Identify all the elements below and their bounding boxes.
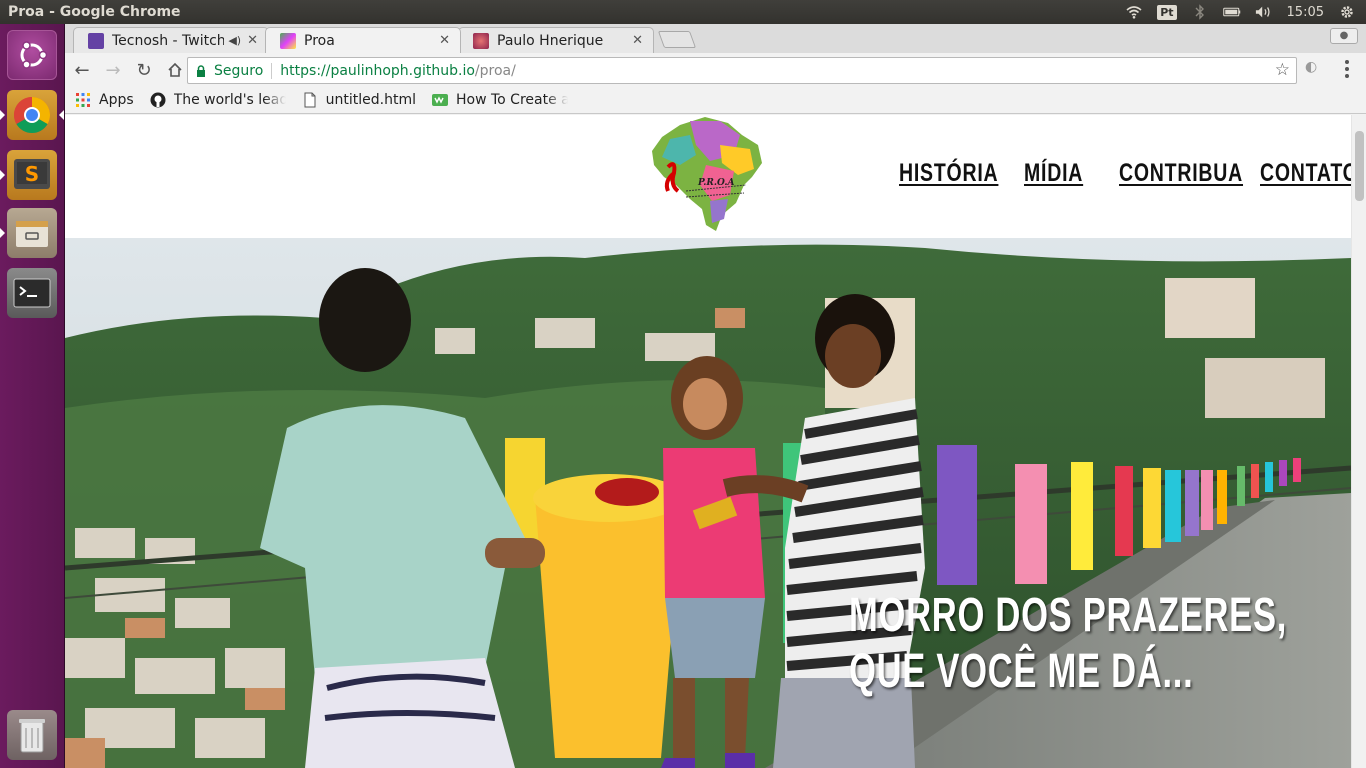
- site-header: P.R.O.A HISTÓRIA MÍDIA CONTRIBUA CONTATO: [65, 115, 1358, 238]
- chrome-icon: [13, 97, 51, 134]
- bookmark-label: How To Create a: [456, 92, 568, 108]
- terminal-launcher-button[interactable]: [7, 268, 57, 318]
- tab-label: Paulo Hnerique: [497, 32, 604, 49]
- site-nav: HISTÓRIA MÍDIA CONTRIBUA CONTATO: [899, 159, 1358, 188]
- window-title: Proa - Google Chrome: [8, 4, 181, 20]
- reload-button[interactable]: ↻: [130, 56, 158, 84]
- url-path: /proa/: [474, 62, 516, 79]
- address-bar[interactable]: Seguro https://paulinhoph.github.io/proa…: [187, 57, 1297, 84]
- toolbar: ← → ↻ Seguro https://paulinhoph.github.i…: [65, 53, 1366, 87]
- bookmarks-bar: Apps The world's lead untitled.html How …: [65, 87, 1366, 114]
- ubuntu-dash-button[interactable]: [7, 30, 57, 80]
- tab-paulo[interactable]: Paulo Hnerique ✕: [458, 27, 654, 53]
- bookmark-github[interactable]: The world's lead: [150, 92, 286, 108]
- ubuntu-dash-icon: [20, 41, 48, 69]
- tab-strip: Tecnosh - Twitch ◀) ✕ Proa ✕ Paulo Hneri…: [65, 24, 1366, 53]
- unity-launcher: S: [0, 24, 65, 768]
- bookmark-label: untitled.html: [325, 92, 416, 108]
- tab-close-icon[interactable]: ✕: [247, 33, 258, 48]
- tab-proa[interactable]: Proa ✕: [265, 27, 461, 53]
- twitch-icon: [88, 32, 104, 49]
- top-panel: Proa - Google Chrome Pt 15:05: [0, 0, 1366, 24]
- home-icon: [168, 62, 182, 77]
- proa-icon: [280, 32, 296, 49]
- nav-contribua-link[interactable]: CONTRIBUA: [1119, 159, 1242, 188]
- volume-icon[interactable]: [1255, 4, 1273, 20]
- profile-button[interactable]: ●: [1330, 28, 1358, 44]
- page-viewport: P.R.O.A HISTÓRIA MÍDIA CONTRIBUA CONTATO: [65, 115, 1366, 768]
- bookmark-label: The world's lead: [173, 92, 286, 108]
- sublime-launcher-button[interactable]: S: [0, 150, 57, 200]
- settings-gear-icon[interactable]: [1338, 4, 1356, 20]
- site-icon: [432, 94, 448, 106]
- tab-label: Tecnosh - Twitch: [112, 32, 225, 49]
- tab-twitch[interactable]: Tecnosh - Twitch ◀) ✕: [73, 27, 269, 53]
- nav-contato-link[interactable]: CONTATO: [1260, 159, 1358, 188]
- bookmark-apps[interactable]: Apps: [75, 92, 134, 108]
- new-tab-button[interactable]: [657, 31, 697, 48]
- wifi-icon[interactable]: [1125, 4, 1143, 20]
- files-icon: [16, 221, 48, 247]
- nav-historia-link[interactable]: HISTÓRIA: [899, 159, 998, 188]
- chrome-launcher-button[interactable]: [0, 90, 64, 140]
- security-label: Seguro: [214, 62, 264, 79]
- tab-close-icon[interactable]: ✕: [632, 33, 643, 48]
- hero-title-line-1: MORRO DOS PRAZERES,: [849, 589, 1288, 642]
- hero-title-line-2: QUE VOCÊ ME DÁ...: [849, 645, 1194, 698]
- omnibox-separator: [271, 62, 273, 79]
- tab-close-icon[interactable]: ✕: [439, 33, 450, 48]
- terminal-icon: [13, 278, 51, 308]
- hero-banner: MORRO DOS PRAZERES, QUE VOCÊ ME DÁ...: [65, 238, 1351, 768]
- audio-playing-icon[interactable]: ◀): [228, 34, 241, 47]
- back-button[interactable]: ←: [68, 56, 96, 84]
- file-icon: [304, 92, 316, 108]
- clock[interactable]: 15:05: [1287, 5, 1324, 20]
- reload-icon: ↻: [136, 59, 152, 81]
- back-arrow-icon: ←: [74, 59, 90, 81]
- scrollbar-thumb[interactable]: [1355, 131, 1364, 201]
- svg-text:S: S: [25, 162, 39, 186]
- page-scrollbar[interactable]: [1351, 115, 1366, 768]
- battery-icon[interactable]: [1222, 4, 1241, 20]
- bookmark-untitled[interactable]: untitled.html: [302, 92, 416, 108]
- chrome-window: Tecnosh - Twitch ◀) ✕ Proa ✕ Paulo Hneri…: [65, 24, 1366, 768]
- system-tray: Pt 15:05: [1125, 4, 1366, 20]
- bookmark-how-to[interactable]: How To Create a: [432, 92, 568, 108]
- files-launcher-button[interactable]: [0, 208, 57, 258]
- trash-icon: [19, 719, 45, 753]
- bookmark-label: Apps: [99, 92, 134, 108]
- home-button[interactable]: [161, 56, 189, 84]
- forward-arrow-icon: →: [105, 59, 121, 81]
- nav-midia-link[interactable]: MÍDIA: [1024, 159, 1082, 188]
- hero-title: MORRO DOS PRAZERES, QUE VOCÊ ME DÁ...: [849, 588, 1287, 700]
- profile-icon: [473, 32, 489, 49]
- sublime-text-icon: S: [14, 159, 50, 189]
- bluetooth-icon[interactable]: [1191, 4, 1209, 20]
- tab-label: Proa: [304, 32, 335, 49]
- proa-logo[interactable]: P.R.O.A: [650, 115, 766, 233]
- apps-grid-icon: [76, 93, 90, 107]
- forward-button[interactable]: →: [99, 56, 127, 84]
- bookmark-star-icon[interactable]: ☆: [1275, 60, 1290, 80]
- url-host: https://paulinhoph.github.io: [280, 62, 475, 79]
- extension-icon[interactable]: ◐: [1305, 59, 1327, 79]
- trash-launcher-button[interactable]: [7, 710, 57, 760]
- lock-icon: [197, 64, 205, 77]
- github-icon: [150, 92, 166, 108]
- keyboard-layout-badge[interactable]: Pt: [1157, 4, 1177, 20]
- chrome-menu-button[interactable]: [1337, 59, 1357, 79]
